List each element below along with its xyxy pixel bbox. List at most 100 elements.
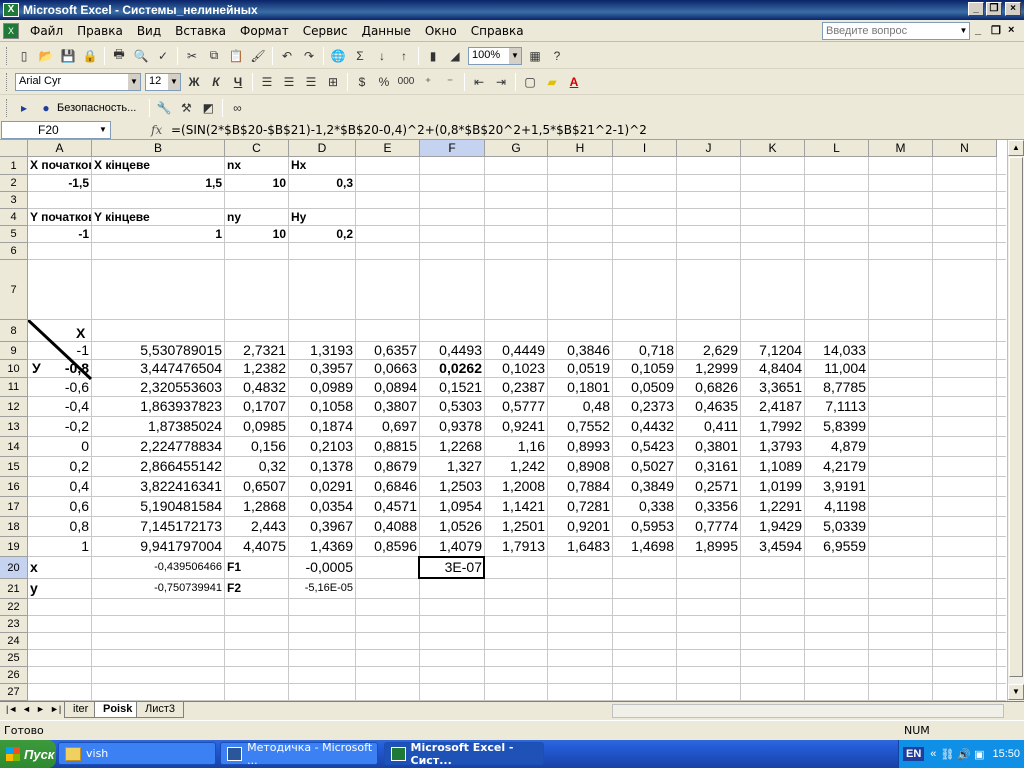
sort-descending-icon[interactable]: ↑ <box>394 46 414 66</box>
table-cell[interactable]: 0,1378 <box>289 457 355 476</box>
row-header-6[interactable]: 6 <box>0 243 28 260</box>
y-value-3[interactable]: -0,4 <box>28 397 91 416</box>
table-cell[interactable]: 0,8815 <box>356 437 419 456</box>
column-header-d[interactable]: D <box>289 140 356 157</box>
insert-function-icon[interactable]: fx <box>151 123 167 137</box>
table-cell[interactable]: 0,697 <box>356 417 419 436</box>
menu-window[interactable]: Окно <box>418 24 464 38</box>
increase-indent-icon[interactable]: ⇥ <box>491 72 511 92</box>
table-cell[interactable]: 0,0519 <box>548 360 612 377</box>
table-cell[interactable]: 2,866455142 <box>92 457 224 476</box>
table-cell[interactable]: 0,6507 <box>225 477 288 496</box>
table-cell[interactable]: 1,3793 <box>741 437 804 456</box>
table-cell[interactable]: 1,0954 <box>420 497 484 516</box>
task-excel[interactable]: Microsoft Excel - Сист... <box>384 741 544 767</box>
row-header-10[interactable]: 10 <box>0 360 28 378</box>
table-cell[interactable]: 3,4594 <box>741 537 804 556</box>
row-header-1[interactable]: 1 <box>0 157 28 175</box>
table-cell[interactable]: 9,941797004 <box>92 537 224 556</box>
cell-a4[interactable]: Y початкове <box>28 209 91 225</box>
table-cell[interactable]: 0,7774 <box>677 517 740 536</box>
table-cell[interactable]: 1,9429 <box>741 517 804 536</box>
worksheet-grid[interactable]: A B C D E F G H I J K L M N 1 2 3 4 5 6 7 8 9 10 11 12 13 14 15 16 17 1… <box>0 140 1024 701</box>
column-header-a[interactable]: A <box>28 140 92 157</box>
horizontal-scrollbar[interactable] <box>612 704 1004 718</box>
table-cell[interactable]: 1,2291 <box>741 497 804 516</box>
y-value-2[interactable]: -0,6 <box>28 378 91 396</box>
table-cell[interactable]: 0,5303 <box>420 397 484 416</box>
sort-ascending-icon[interactable]: ↓ <box>372 46 392 66</box>
row-header-5[interactable]: 5 <box>0 226 28 243</box>
table-cell[interactable]: 0,3849 <box>613 477 676 496</box>
cell-d1[interactable]: Hx <box>289 157 355 174</box>
monitor-icon[interactable]: ▣ <box>974 748 984 761</box>
table-cell[interactable]: 2,443 <box>225 517 288 536</box>
table-cell[interactable]: 0,156 <box>225 437 288 456</box>
table-cell[interactable]: 11,004 <box>805 360 868 377</box>
table-cell[interactable]: 0,718 <box>613 342 676 359</box>
table-cell[interactable]: 5,0339 <box>805 517 868 536</box>
volume-icon[interactable]: 🔊 <box>957 748 971 761</box>
underline-button[interactable]: Ч <box>228 72 248 92</box>
table-cell[interactable]: 0,3807 <box>356 397 419 416</box>
table-cell[interactable]: 0,1707 <box>225 397 288 416</box>
cell-b1[interactable]: X кінцеве <box>92 157 224 174</box>
cell-b4[interactable]: Y кінцеве <box>92 209 224 225</box>
column-header-f[interactable]: F <box>420 140 485 157</box>
row-header-2[interactable]: 2 <box>0 175 28 192</box>
scroll-down-icon[interactable]: ▼ <box>1008 684 1024 700</box>
table-cell[interactable]: 0,0985 <box>225 417 288 436</box>
table-cell[interactable]: 0,0262 <box>420 360 484 377</box>
table-cell[interactable]: 0,0291 <box>289 477 355 496</box>
cell-c4[interactable]: ny <box>225 209 288 225</box>
row-header-27[interactable]: 27 <box>0 684 28 701</box>
ask-dropdown-icon[interactable]: ▼ <box>958 23 969 39</box>
copy-icon[interactable]: ⧉ <box>204 46 224 66</box>
increase-decimal-icon[interactable]: ⁺ <box>418 72 438 92</box>
table-cell[interactable]: 0,4088 <box>356 517 419 536</box>
table-cell[interactable]: 1,4079 <box>420 537 484 556</box>
menu-file[interactable]: Файл <box>23 24 70 38</box>
sheet-tab-poisk[interactable]: Poisk <box>94 702 142 718</box>
row-header-14[interactable]: 14 <box>0 437 28 457</box>
table-cell[interactable]: 1,242 <box>485 457 547 476</box>
menu-edit[interactable]: Правка <box>70 24 130 38</box>
paste-icon[interactable]: 📋 <box>226 46 246 66</box>
ask-question-input[interactable]: Введите вопрос <box>822 22 970 40</box>
table-cell[interactable]: 0,3967 <box>289 517 355 536</box>
table-cell[interactable]: 0,4832 <box>225 378 288 396</box>
prev-sheet-icon[interactable]: ◄ <box>22 704 31 714</box>
table-cell[interactable]: 0,2571 <box>677 477 740 496</box>
table-cell[interactable]: 0,338 <box>613 497 676 516</box>
table-cell[interactable]: 0,4571 <box>356 497 419 516</box>
table-cell[interactable]: 3,9191 <box>805 477 868 496</box>
cell-d5[interactable]: 0,2 <box>289 226 355 242</box>
cell-c5[interactable]: 10 <box>225 226 288 242</box>
security-button[interactable]: Безопасность... <box>57 102 136 114</box>
menu-format[interactable]: Формат <box>233 24 296 38</box>
restore-button[interactable]: ❐ <box>986 2 1002 16</box>
align-right-icon[interactable]: ☰ <box>301 72 321 92</box>
row-header-16[interactable]: 16 <box>0 477 28 497</box>
macro-icon[interactable]: ◩ <box>198 98 218 118</box>
table-cell[interactable]: 1,3193 <box>289 342 355 359</box>
table-cell[interactable]: 1,4698 <box>613 537 676 556</box>
cut-icon[interactable]: ✂ <box>182 46 202 66</box>
fill-color-icon[interactable]: ▰ <box>542 72 562 92</box>
control-toolbox-icon[interactable]: 🔧 <box>154 98 174 118</box>
cell-a5[interactable]: -1 <box>28 226 91 242</box>
table-cell[interactable]: 0,8679 <box>356 457 419 476</box>
scroll-up-icon[interactable]: ▲ <box>1008 140 1024 156</box>
table-cell[interactable]: 2,224778834 <box>92 437 224 456</box>
row-header-24[interactable]: 24 <box>0 633 28 650</box>
table-cell[interactable]: 5,530789015 <box>92 342 224 359</box>
undo-icon[interactable]: ↶ <box>277 46 297 66</box>
decrease-decimal-icon[interactable]: ⁻ <box>440 72 460 92</box>
hyperlink-icon[interactable]: 🌐 <box>328 46 348 66</box>
table-cell[interactable]: 0,9378 <box>420 417 484 436</box>
last-sheet-icon[interactable]: ►| <box>50 704 61 714</box>
table-cell[interactable]: 0,9241 <box>485 417 547 436</box>
cell-c2[interactable]: 10 <box>225 175 288 191</box>
cell-b20[interactable]: -0,439506466 <box>92 557 224 578</box>
column-header-m[interactable]: M <box>869 140 933 157</box>
